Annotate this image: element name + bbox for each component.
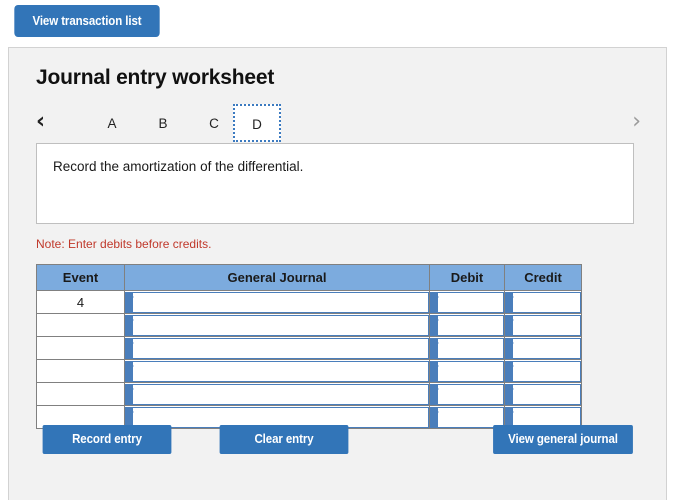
tab-c-label: C (209, 116, 219, 131)
debit-cell[interactable] (429, 382, 505, 406)
event-cell (36, 382, 125, 406)
dropdown-marker-icon (126, 384, 134, 404)
tab-d[interactable]: D (233, 104, 281, 142)
journal-account-cell[interactable] (124, 359, 430, 383)
account-select-field[interactable] (125, 360, 429, 382)
record-entry-button[interactable]: Record entry (42, 425, 172, 454)
clear-entry-button[interactable]: Clear entry (219, 425, 349, 454)
credit-input-field[interactable] (505, 337, 581, 359)
credit-cell[interactable] (504, 313, 582, 337)
dropdown-marker-icon (431, 407, 439, 427)
debit-input-field[interactable] (430, 291, 504, 313)
column-header-event: Event (36, 264, 125, 291)
dropdown-marker-icon (126, 361, 134, 381)
table-row (36, 382, 582, 406)
chevron-right-icon[interactable]: › (632, 109, 641, 135)
event-cell (36, 359, 125, 383)
debit-input-field[interactable] (430, 383, 504, 405)
account-select-field[interactable] (125, 337, 429, 359)
debit-input-field[interactable] (430, 314, 504, 336)
journal-entry-panel: Journal entry worksheet ‹ A B C D › Reco… (8, 47, 667, 500)
top-toolbar: View transaction list (8, 5, 166, 37)
dropdown-marker-icon (431, 384, 439, 404)
debit-cell[interactable] (429, 336, 505, 360)
journal-account-cell[interactable] (124, 336, 430, 360)
column-header-credit: Credit (504, 264, 582, 291)
debits-before-credits-note: Note: Enter debits before credits. (36, 237, 212, 251)
view-general-journal-button[interactable]: View general journal (493, 425, 633, 454)
table-row (36, 313, 582, 337)
account-select-field[interactable] (125, 314, 429, 336)
dropdown-marker-icon (506, 361, 514, 381)
debit-input-field[interactable] (430, 337, 504, 359)
dropdown-marker-icon (431, 315, 439, 335)
account-select-field[interactable] (125, 291, 429, 313)
dropdown-marker-icon (126, 338, 134, 358)
table-row (36, 336, 582, 360)
dropdown-marker-icon (506, 384, 514, 404)
dropdown-marker-icon (126, 292, 134, 312)
journal-account-cell[interactable] (124, 290, 430, 314)
dropdown-marker-icon (506, 338, 514, 358)
dropdown-marker-icon (431, 292, 439, 312)
dropdown-marker-icon (506, 407, 514, 427)
credit-input-field[interactable] (505, 360, 581, 382)
table-row (36, 359, 582, 383)
credit-input-field[interactable] (505, 314, 581, 336)
account-select-field[interactable] (125, 383, 429, 405)
table-row: 4 (36, 290, 582, 314)
instruction-box: Record the amortization of the different… (36, 143, 634, 224)
column-header-general-journal: General Journal (124, 264, 430, 291)
credit-input-field[interactable] (505, 383, 581, 405)
debit-cell[interactable] (429, 313, 505, 337)
event-cell (36, 336, 125, 360)
tab-d-label: D (252, 117, 262, 132)
dropdown-marker-icon (506, 315, 514, 335)
tab-b-label: B (158, 116, 168, 131)
dropdown-marker-icon (506, 292, 514, 312)
event-cell: 4 (36, 290, 125, 314)
journal-entry-table: Event General Journal Debit Credit 4 (36, 264, 582, 429)
credit-cell[interactable] (504, 382, 582, 406)
table-header-row: Event General Journal Debit Credit (36, 264, 582, 291)
screen-root: View transaction list Journal entry work… (0, 0, 675, 500)
instruction-text: Record the amortization of the different… (53, 159, 304, 174)
dropdown-marker-icon (431, 361, 439, 381)
credit-input-field[interactable] (505, 291, 581, 313)
credit-cell[interactable] (504, 359, 582, 383)
page-title: Journal entry worksheet (36, 66, 275, 89)
dropdown-marker-icon (431, 338, 439, 358)
tab-a-label: A (107, 116, 117, 131)
tab-c[interactable]: C (190, 104, 238, 142)
tab-strip: ‹ A B C D › (36, 104, 641, 142)
credit-cell[interactable] (504, 336, 582, 360)
debit-cell[interactable] (429, 290, 505, 314)
debit-cell[interactable] (429, 359, 505, 383)
credit-cell[interactable] (504, 290, 582, 314)
tab-b[interactable]: B (139, 104, 187, 142)
dropdown-marker-icon (126, 407, 134, 427)
debit-input-field[interactable] (430, 360, 504, 382)
chevron-left-icon[interactable]: ‹ (36, 109, 45, 135)
journal-account-cell[interactable] (124, 382, 430, 406)
dropdown-marker-icon (126, 315, 134, 335)
journal-account-cell[interactable] (124, 313, 430, 337)
event-cell (36, 313, 125, 337)
column-header-debit: Debit (429, 264, 505, 291)
view-transaction-list-button[interactable]: View transaction list (14, 5, 160, 37)
tab-a[interactable]: A (88, 104, 136, 142)
